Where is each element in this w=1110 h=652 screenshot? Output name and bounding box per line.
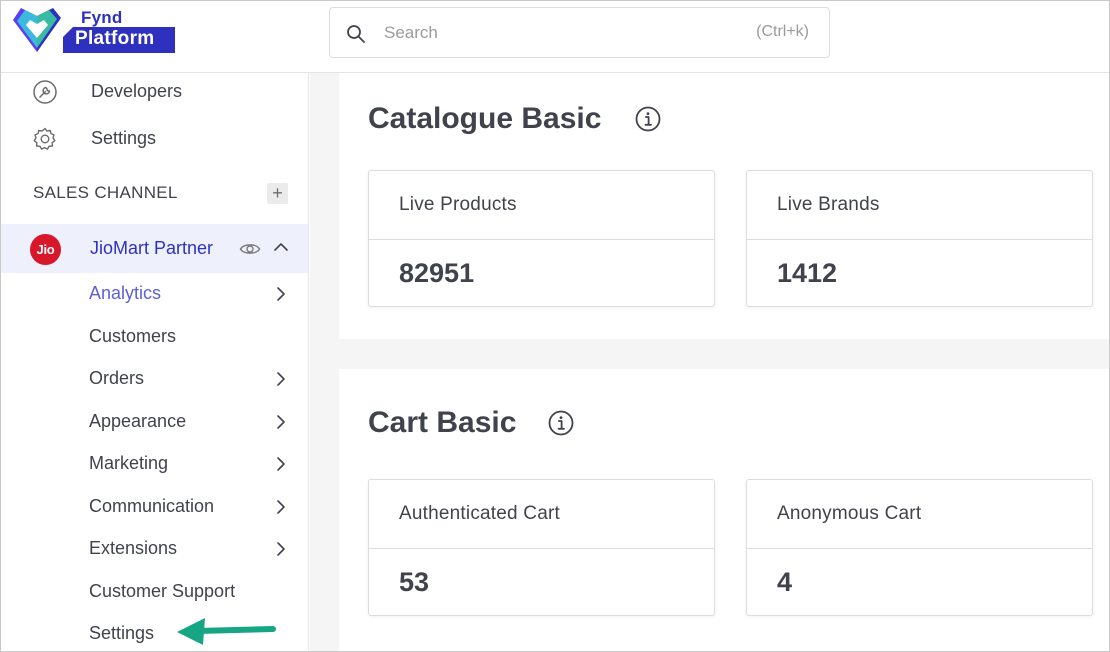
metric-label: Anonymous Cart bbox=[777, 503, 922, 524]
search-icon bbox=[347, 25, 365, 43]
add-sales-channel-button[interactable]: + bbox=[267, 183, 288, 204]
jio-logo-badge: Jio bbox=[30, 234, 61, 265]
top-header: Fynd Platform (Ctrl+k) bbox=[1, 1, 1109, 73]
metric-label: Authenticated Cart bbox=[399, 503, 560, 524]
sidebar-item-analytics[interactable]: Analytics bbox=[1, 274, 308, 312]
info-icon[interactable] bbox=[635, 106, 661, 132]
chevron-right-icon bbox=[277, 542, 285, 556]
sidebar-item-customer-support[interactable]: Customer Support bbox=[1, 572, 308, 610]
chevron-right-icon bbox=[277, 287, 285, 301]
metric-value: 1412 bbox=[777, 258, 838, 288]
metric-label: Live Products bbox=[399, 194, 517, 215]
sidebar-item-developers[interactable]: Developers bbox=[1, 72, 308, 112]
logo-text-fynd: Fynd bbox=[81, 8, 123, 27]
sidebar-item-label: Customers bbox=[89, 326, 177, 346]
fynd-platform-logo[interactable]: Fynd Platform bbox=[13, 6, 183, 56]
metric-card-authenticated-cart: Authenticated Cart 53 bbox=[368, 479, 715, 616]
logo-mark-icon bbox=[13, 8, 61, 52]
chevron-up-icon[interactable] bbox=[273, 239, 289, 255]
sidebar-item-label: Settings bbox=[91, 128, 157, 148]
sales-channel-jiomart-partner[interactable]: Jio JioMart Partner bbox=[1, 224, 308, 273]
chevron-right-icon bbox=[277, 372, 285, 386]
annotation-arrow-icon bbox=[177, 618, 276, 645]
sidebar-item-orders[interactable]: Orders bbox=[1, 359, 308, 397]
cart-basic-panel: Cart Basic Authenticated Cart 53 Anonymo… bbox=[339, 369, 1109, 651]
chevron-right-icon bbox=[277, 500, 285, 514]
sidebar-item-label: Customer Support bbox=[89, 581, 236, 601]
chevron-right-icon bbox=[277, 415, 285, 429]
sidebar-item-marketing[interactable]: Marketing bbox=[1, 444, 308, 482]
metric-label: Live Brands bbox=[777, 194, 880, 215]
chevron-right-icon bbox=[277, 457, 285, 471]
panel-title: Cart Basic bbox=[368, 406, 517, 439]
sidebar-item-label: Orders bbox=[89, 368, 145, 388]
sidebar-item-label: Settings bbox=[89, 623, 155, 643]
card-divider bbox=[747, 239, 1092, 240]
catalogue-basic-panel: Catalogue Basic Live Products 82951 Live… bbox=[339, 73, 1109, 339]
panel-title: Catalogue Basic bbox=[368, 102, 602, 135]
card-divider bbox=[369, 548, 714, 549]
info-icon[interactable] bbox=[548, 410, 574, 436]
gear-icon bbox=[33, 127, 56, 150]
card-divider bbox=[369, 239, 714, 240]
metric-value: 4 bbox=[777, 567, 793, 597]
sidebar-item-label: Developers bbox=[91, 81, 183, 101]
sidebar-item-label: Communication bbox=[89, 496, 215, 516]
channel-label: JioMart Partner bbox=[90, 238, 214, 258]
metric-value: 82951 bbox=[399, 258, 475, 288]
sidebar-item-label: Extensions bbox=[89, 538, 178, 558]
sidebar-item-customers[interactable]: Customers bbox=[1, 317, 308, 355]
metric-value: 53 bbox=[399, 567, 430, 597]
main-content: Catalogue Basic Live Products 82951 Live… bbox=[310, 73, 1109, 651]
metric-card-anonymous-cart: Anonymous Cart 4 bbox=[746, 479, 1093, 616]
card-divider bbox=[747, 548, 1092, 549]
sidebar-item-extensions[interactable]: Extensions bbox=[1, 529, 308, 567]
search-bar[interactable]: (Ctrl+k) bbox=[329, 7, 830, 58]
sidebar-item-appearance[interactable]: Appearance bbox=[1, 402, 308, 440]
sidebar: Developers Settings SALES CHANNEL + Jio … bbox=[1, 72, 309, 651]
sidebar-item-label: Analytics bbox=[89, 283, 162, 303]
developers-icon bbox=[33, 80, 57, 104]
sales-channel-heading: SALES CHANNEL bbox=[33, 183, 178, 202]
metric-card-live-products: Live Products 82951 bbox=[368, 170, 715, 307]
sidebar-item-label: Marketing bbox=[89, 453, 169, 473]
search-shortcut-hint: (Ctrl+k) bbox=[756, 23, 809, 40]
search-input[interactable] bbox=[384, 20, 704, 46]
sidebar-item-communication[interactable]: Communication bbox=[1, 487, 308, 525]
app-window: Fynd Platform (Ctrl+k) Developers bbox=[0, 0, 1110, 652]
logo-text-platform: Platform bbox=[63, 27, 175, 53]
eye-icon[interactable] bbox=[239, 238, 261, 260]
sidebar-item-label: Appearance bbox=[89, 411, 187, 431]
sidebar-item-settings[interactable]: Settings bbox=[1, 119, 308, 159]
metric-card-live-brands: Live Brands 1412 bbox=[746, 170, 1093, 307]
